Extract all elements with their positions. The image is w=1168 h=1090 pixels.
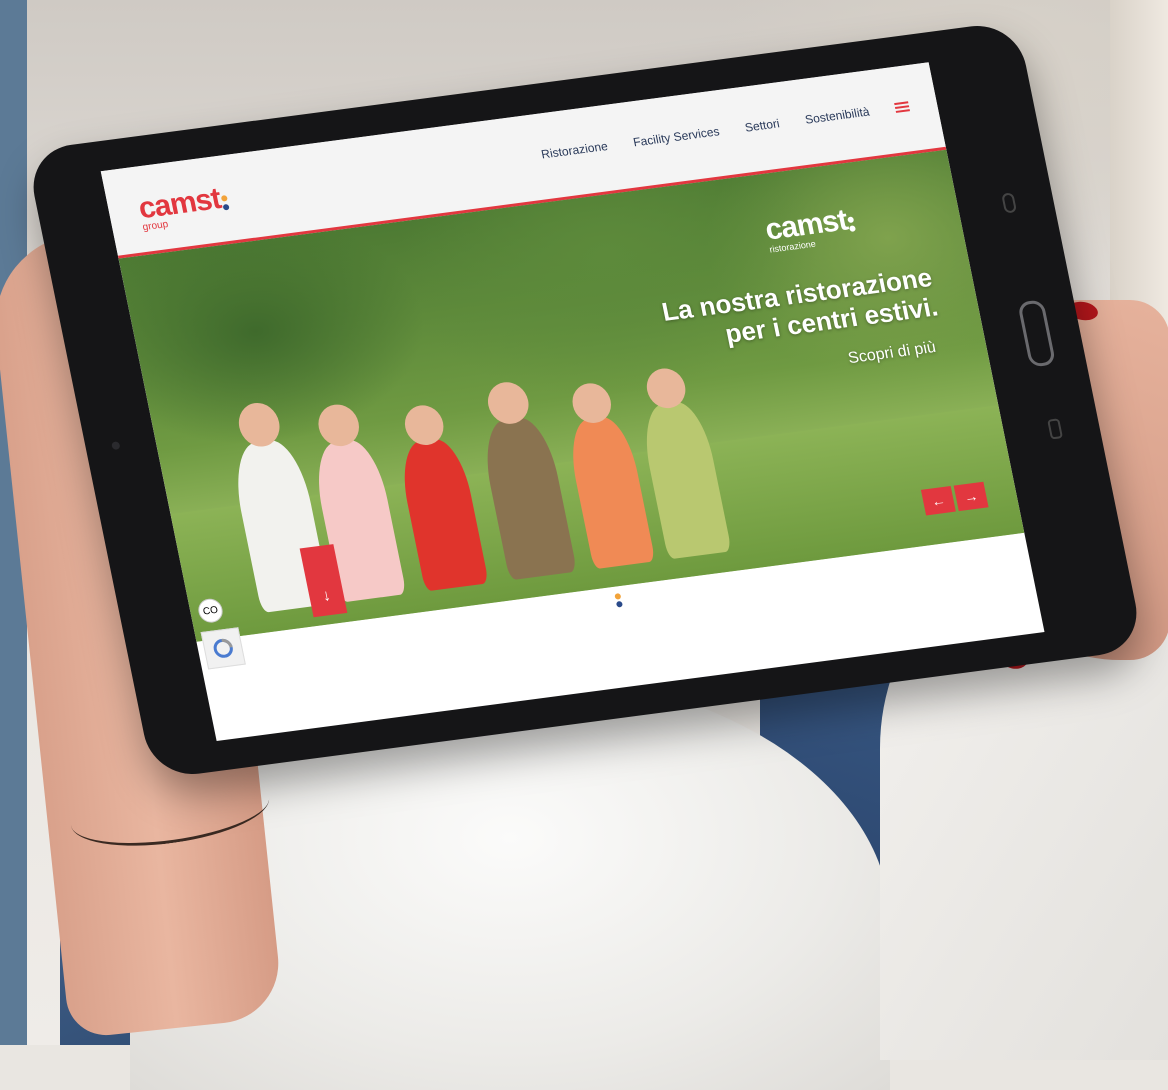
home-button[interactable] — [1017, 299, 1057, 368]
arrow-right-icon[interactable]: → — [953, 481, 989, 512]
page-indicator-icon — [614, 593, 624, 608]
tablet-screen: camst group Ristorazione Facility Servic… — [100, 62, 1045, 741]
hero-logo: camst ristorazione — [762, 203, 858, 255]
nav-facility-services[interactable]: Facility Services — [632, 124, 721, 149]
camst-group-logo[interactable]: camst group — [136, 181, 232, 233]
nav-ristorazione[interactable]: Ristorazione — [540, 139, 609, 161]
main-nav: Ristorazione Facility Services Settori S… — [540, 99, 911, 161]
nav-settori[interactable]: Settori — [744, 116, 781, 134]
front-camera — [111, 441, 121, 451]
hero-cta-link[interactable]: Scopri di più — [847, 339, 938, 368]
recent-apps-button[interactable] — [1001, 192, 1018, 214]
menu-icon[interactable] — [894, 101, 911, 113]
nav-sostenibilita[interactable]: Sostenibilità — [804, 105, 871, 127]
arrow-left-icon[interactable]: ← — [920, 486, 956, 516]
tablet-device: camst group Ristorazione Facility Servic… — [25, 20, 1145, 780]
recaptcha-icon[interactable] — [200, 627, 246, 670]
back-button[interactable] — [1047, 418, 1064, 440]
